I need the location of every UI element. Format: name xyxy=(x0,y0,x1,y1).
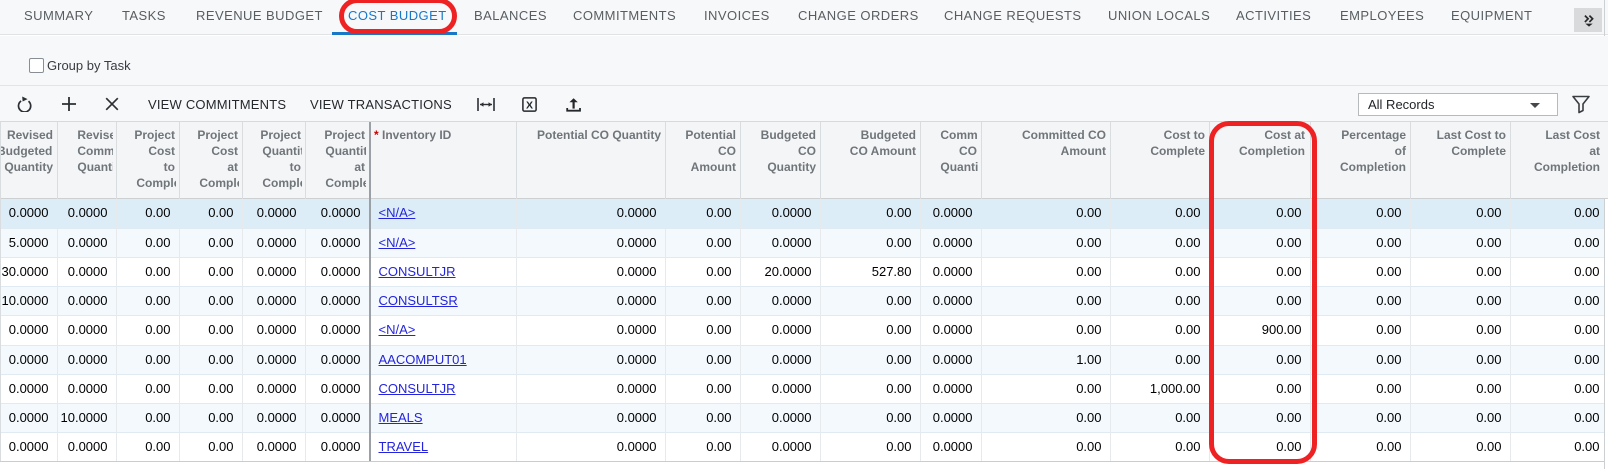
svg-text:X: X xyxy=(526,99,533,111)
